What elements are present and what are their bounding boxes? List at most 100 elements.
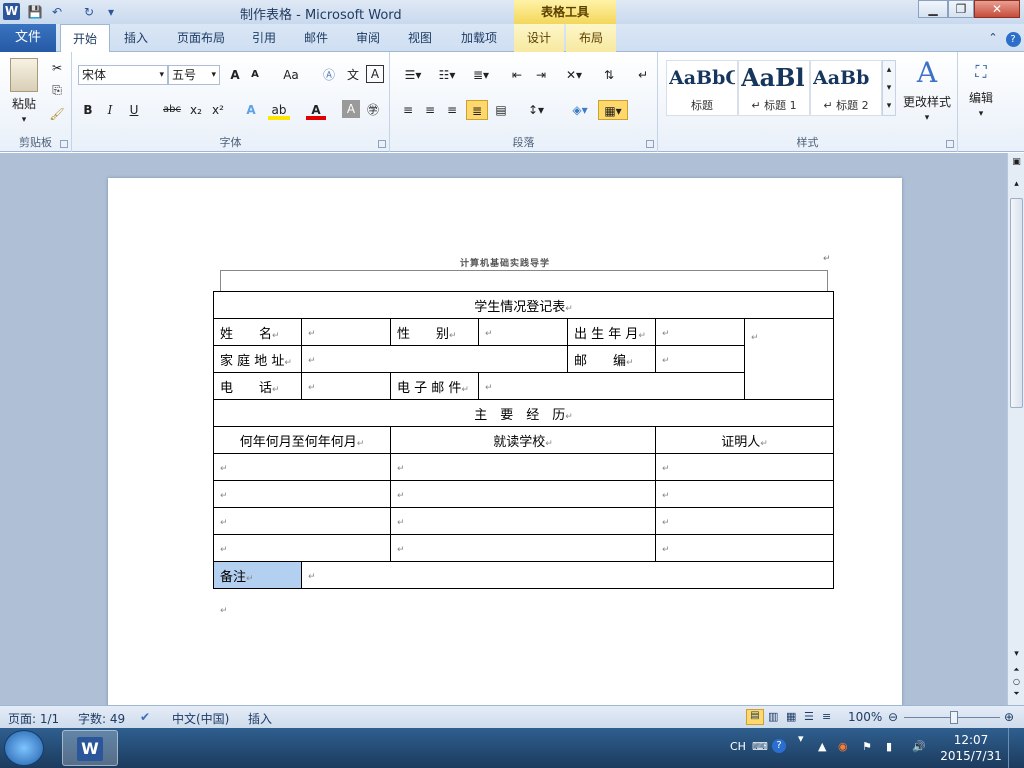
character-shading-icon[interactable]: A <box>342 100 360 118</box>
align-right-icon[interactable]: ≡ <box>442 100 462 120</box>
font-name-select[interactable]: 宋体 ▾ <box>78 65 168 85</box>
full-screen-reading-icon[interactable]: ▥ <box>768 710 778 723</box>
save-icon[interactable]: 💾 <box>26 4 44 20</box>
security-tray-icon[interactable]: ◉ <box>838 740 848 753</box>
format-painter-icon[interactable]: 🖌 <box>46 104 68 124</box>
styles-gallery-scroll-icon[interactable]: ▴ ▾ ▾ <box>882 60 896 116</box>
period-cell[interactable]: ↵ <box>213 534 391 562</box>
text-effects-icon[interactable]: A <box>240 100 262 120</box>
tab-view[interactable]: 视图 <box>400 24 440 52</box>
show-desktop-button[interactable] <box>1008 728 1024 768</box>
change-styles-dropdown-icon[interactable]: ▾ <box>918 108 936 128</box>
vertical-scrollbar[interactable]: ▣ ▴ ▾ ⏶ ○ ⏷ <box>1007 153 1024 705</box>
school-cell[interactable]: ↵ <box>390 453 656 481</box>
taskbar-word-button[interactable]: W <box>62 730 118 766</box>
word-count-status[interactable]: 字数: 49 <box>78 710 125 727</box>
tab-addins[interactable]: 加载项 <box>452 24 506 52</box>
tab-table-layout[interactable]: 布局 <box>566 24 616 52</box>
remark-label-cell[interactable]: 备注↵ <box>213 561 302 589</box>
phone-label-cell[interactable]: 电 话↵ <box>213 372 302 400</box>
customize-quick-access-icon[interactable]: ▾ <box>102 4 120 20</box>
school-cell[interactable]: ↵ <box>390 534 656 562</box>
help-tray-icon[interactable]: ? <box>772 739 786 753</box>
cut-icon[interactable]: ✂ <box>46 58 68 78</box>
zoom-in-icon[interactable]: ⊕ <box>1004 710 1014 724</box>
zoom-slider-thumb[interactable] <box>950 711 958 724</box>
period-cell[interactable]: ↵ <box>213 480 391 508</box>
col-witness-header[interactable]: 证明人↵ <box>655 426 834 454</box>
close-button[interactable]: ✕ <box>974 0 1020 18</box>
sort-icon[interactable]: ⇅ <box>598 65 620 85</box>
tab-references[interactable]: 引用 <box>244 24 284 52</box>
web-layout-icon[interactable]: ▦ <box>786 710 796 723</box>
tab-review[interactable]: 审阅 <box>348 24 388 52</box>
shrink-font-icon[interactable]: A <box>246 65 264 85</box>
col-period-header[interactable]: 何年何月至何年何月↵ <box>213 426 391 454</box>
network-icon[interactable]: ▮ <box>886 740 892 753</box>
bold-button[interactable]: B <box>78 100 98 120</box>
document-page[interactable]: 计算机基础实践导学 ↵ 学生情况登记表↵ 姓 名↵ ↵ 性 别↵ ↵ 出 生 年… <box>108 178 902 705</box>
distributed-icon[interactable]: ▤ <box>490 100 512 120</box>
tab-home[interactable]: 开始 <box>60 24 110 53</box>
gender-value-cell[interactable]: ↵ <box>478 318 568 346</box>
outline-view-icon[interactable]: ☰ <box>804 710 814 723</box>
tab-mailings[interactable]: 邮件 <box>296 24 336 52</box>
help-icon[interactable]: ? <box>1004 24 1022 52</box>
language-status[interactable]: 中文(中国) <box>172 710 229 727</box>
maximize-button[interactable]: ❐ <box>948 0 974 18</box>
insert-mode-status[interactable]: 插入 <box>248 710 272 727</box>
show-marks-icon[interactable]: ↵ <box>634 65 652 85</box>
next-page-icon[interactable]: ⏷ <box>1010 689 1023 701</box>
subscript-button[interactable]: x₂ <box>186 100 206 120</box>
collapse-ribbon-icon[interactable]: ⌃ <box>984 24 1002 52</box>
zoom-level[interactable]: 100% <box>848 710 882 724</box>
minimize-button[interactable]: ▁ <box>918 0 948 18</box>
chinese-layout-icon[interactable]: ✕▾ <box>560 65 588 85</box>
clear-format-icon[interactable]: Ⓐ <box>318 65 340 85</box>
witness-cell[interactable]: ↵ <box>655 453 834 481</box>
previous-page-icon[interactable]: ⏶ <box>1010 665 1023 677</box>
volume-icon[interactable]: 🔊 <box>912 740 926 753</box>
school-cell[interactable]: ↵ <box>390 480 656 508</box>
gender-label-cell[interactable]: 性 别↵ <box>390 318 479 346</box>
paste-dropdown-icon[interactable]: ▾ <box>14 110 34 130</box>
clipboard-launcher-icon[interactable] <box>60 140 68 148</box>
align-left-icon[interactable]: ≡ <box>398 100 418 120</box>
phone-value-cell[interactable]: ↵ <box>301 372 391 400</box>
zip-label-cell[interactable]: 邮 编↵ <box>567 345 656 373</box>
font-launcher-icon[interactable] <box>378 140 386 148</box>
undo-icon[interactable]: ↶ <box>48 4 66 20</box>
address-label-cell[interactable]: 家 庭 地 址↵ <box>213 345 302 373</box>
phonetic-guide-icon[interactable]: 文 <box>342 65 364 85</box>
font-size-select[interactable]: 五号 ▾ <box>168 65 220 85</box>
decrease-indent-icon[interactable]: ⇤ <box>506 65 528 85</box>
print-layout-view-icon[interactable]: ▤ <box>746 709 764 725</box>
photo-cell[interactable]: ↵ <box>744 318 834 400</box>
paste-icon[interactable] <box>10 58 38 92</box>
scroll-down-icon[interactable]: ▾ <box>1010 649 1023 663</box>
address-value-cell[interactable]: ↵ <box>301 345 568 373</box>
tab-page-layout[interactable]: 页面布局 <box>170 24 232 52</box>
align-center-icon[interactable]: ≡ <box>420 100 440 120</box>
student-registration-table[interactable]: 学生情况登记表↵ 姓 名↵ ↵ 性 别↵ ↵ 出 生 年 月↵ ↵ ↵ 家 庭 … <box>213 291 834 589</box>
tab-file[interactable]: 文件 <box>0 24 56 52</box>
superscript-button[interactable]: x² <box>208 100 228 120</box>
styles-launcher-icon[interactable] <box>946 140 954 148</box>
scroll-thumb[interactable] <box>1010 198 1023 408</box>
proofing-icon[interactable]: ✔ <box>140 710 150 724</box>
editing-dropdown-icon[interactable]: ▾ <box>972 104 990 124</box>
tab-table-design[interactable]: 设计 <box>514 24 564 52</box>
ruler-toggle-icon[interactable]: ▣ <box>1010 157 1023 171</box>
remark-value-cell[interactable]: ↵ <box>301 561 834 589</box>
email-label-cell[interactable]: 电 子 邮 件↵ <box>390 372 479 400</box>
col-school-header[interactable]: 就读学校↵ <box>390 426 656 454</box>
start-button[interactable] <box>4 730 44 766</box>
draft-view-icon[interactable]: ≡ <box>822 710 831 723</box>
highlight-color-icon[interactable]: ab <box>268 100 290 120</box>
underline-button[interactable]: U <box>124 100 144 120</box>
paragraph-launcher-icon[interactable] <box>646 140 654 148</box>
dob-value-cell[interactable]: ↵ <box>655 318 745 346</box>
page-count-status[interactable]: 页面: 1/1 <box>8 710 59 727</box>
style-heading-2[interactable]: AaBb ↵ 标题 2 <box>810 60 882 116</box>
keyboard-icon[interactable]: ⌨ <box>752 740 768 753</box>
